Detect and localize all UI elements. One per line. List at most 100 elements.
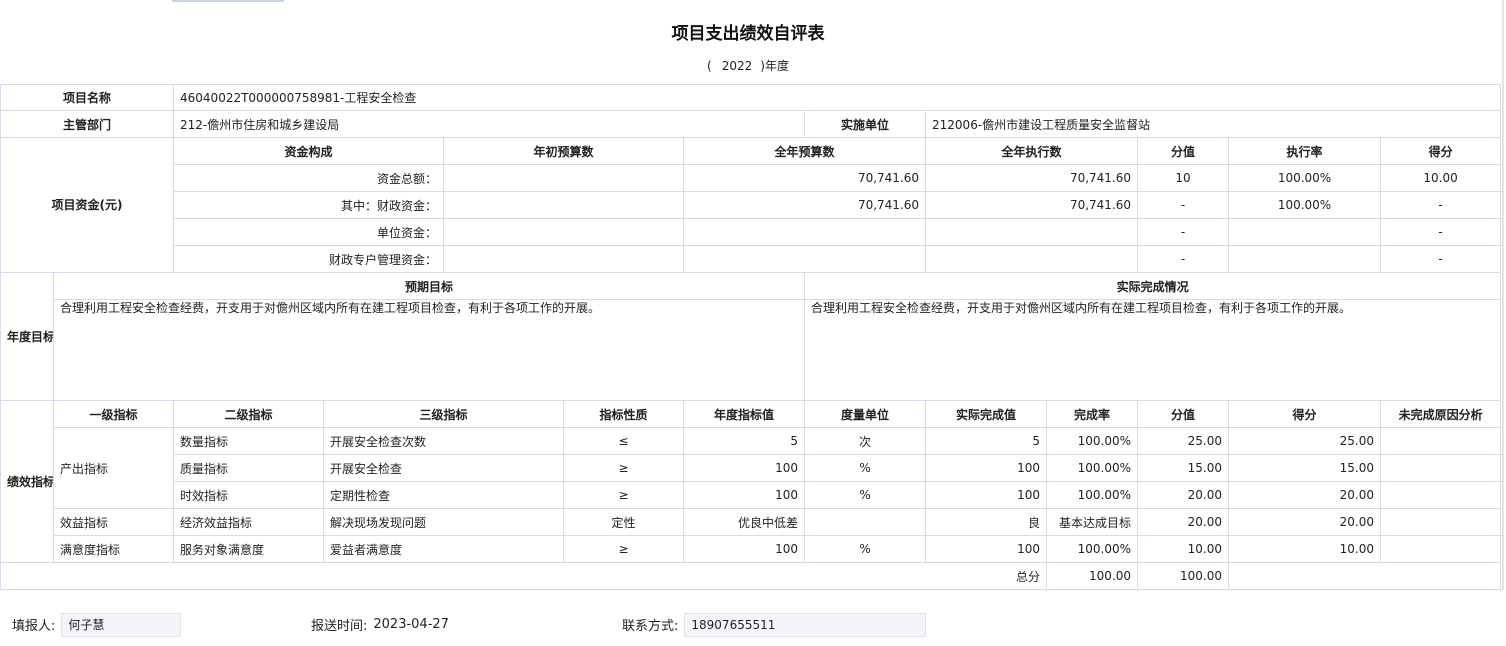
filler-group: 填报人: 何子慧 [12,612,182,637]
scrollbar-track[interactable] [1502,0,1504,590]
perf-score-value: 20.00 [1137,481,1230,509]
perf-l2: 时效指标 [173,481,325,509]
perf-reason [1380,427,1502,455]
funds-row: 财政专户管理资金： - - [1,245,1502,273]
funds-row-executed [925,218,1139,246]
perf-score-value: 10.00 [1137,535,1230,563]
contact-label: 联系方式: [622,619,679,634]
funds-header-annual: 全年预算数 [683,137,927,165]
unit-value: 212006-儋州市建设工程质量安全监督站 [925,110,1502,138]
perf-row: 满意度指标 服务对象满意度 爱益者满意度 ≥ 100 % 100 100.00%… [1,535,1502,563]
perf-header-l2: 二级指标 [173,400,325,428]
perf-header-unit: 度量单位 [804,400,927,428]
funds-row: 资金总额： 70,741.60 70,741.60 10 100.00% 10.… [1,164,1502,192]
perf-unit: % [804,481,927,509]
expected-goal-text: 合理利用工程安全检查经费，开支用于对儋州区域内所有在建工程项目检查，有利于各项工… [52,299,806,401]
perf-actual: 良 [925,508,1048,536]
perf-l3: 爱益者满意度 [323,535,565,563]
perf-reason [1380,481,1502,509]
annual-goal-label: 年度目标 [0,272,54,401]
total-score: 100.00 [1137,562,1230,590]
perf-l3: 定期性检查 [323,481,565,509]
funds-row-annual [683,245,927,273]
perf-row: 产出指标 数量指标 开展安全检查次数 ≤ 5 次 5 100.00% 25.00… [1,427,1502,509]
funds-header-score-value: 分值 [1137,137,1230,165]
perf-rate: 100.00% [1046,454,1139,482]
funds-row-rate: 100.00% [1228,164,1382,192]
evaluation-table: 项目名称 46040022T000000758981-工程安全检查 主管部门 2… [0,84,1502,590]
funds-row-score: - [1380,245,1502,273]
funds-header-composition: 资金构成 [173,137,445,165]
contact-group: 联系方式: 18907655511 [622,612,927,637]
year-value: 2022 [721,59,753,73]
funds-row-label: 单位资金： [173,218,445,246]
perf-reason [1380,454,1502,482]
funds-row-score: - [1380,191,1502,219]
perf-header-nature: 指标性质 [563,400,685,428]
total-score-value: 100.00 [1046,562,1139,590]
perf-target: 100 [683,454,806,482]
total-label: 总分 [0,562,1048,590]
perf-l1: 满意度指标 [52,535,175,563]
funds-row-initial [443,191,685,219]
perf-header-rate: 完成率 [1046,400,1139,428]
perf-l2: 质量指标 [173,454,325,482]
perf-header-l1: 一级指标 [52,400,175,428]
perf-score: 20.00 [1228,481,1382,509]
funds-header-score: 得分 [1380,137,1502,165]
perf-header-score: 得分 [1228,400,1382,428]
perf-actual: 5 [925,427,1048,455]
perf-nature: ≥ [563,481,685,509]
actual-completion-header: 实际完成情况 [804,272,1502,300]
perf-row: 时效指标 定期性检查 ≥ 100 % 100 100.00% 20.00 20.… [1,481,1502,509]
perf-rate: 100.00% [1046,427,1139,455]
perf-target: 优良中低差 [683,508,806,536]
funds-row-label: 其中：财政资金： [173,191,445,219]
perf-score: 25.00 [1228,427,1382,455]
funds-row-initial [443,245,685,273]
dept-label: 主管部门 [0,110,175,138]
perf-header-actual: 实际完成值 [925,400,1048,428]
perf-unit: % [804,454,927,482]
funds-header-executed: 全年执行数 [925,137,1139,165]
funds-header-initial: 年初预算数 [443,137,685,165]
perf-header-score-value: 分值 [1137,400,1230,428]
perf-l1: 效益指标 [52,508,175,536]
perf-score: 20.00 [1228,508,1382,536]
perf-l2: 数量指标 [173,427,325,455]
funds-row-executed: 70,741.60 [925,191,1139,219]
perf-rate: 100.00% [1046,481,1139,509]
funds-section-label: 项目资金(元) [0,137,175,273]
contact-field[interactable]: 18907655511 [684,612,927,637]
filler-label: 填报人: [12,619,56,634]
perf-unit [804,508,927,536]
funds-row-initial [443,218,685,246]
funds-row-label: 财政专户管理资金： [173,245,445,273]
unit-label: 实施单位 [804,110,927,138]
perf-l3: 开展安全检查次数 [323,427,565,455]
perf-score-value: 25.00 [1137,427,1230,455]
perf-target: 100 [683,535,806,563]
total-row: 总分 100.00 100.00 [0,562,1502,590]
actual-completion-text: 合理利用工程安全检查经费，开支用于对儋州区域内所有在建工程项目检查，有利于各项工… [804,299,1502,401]
project-name-value: 46040022T000000758981-工程安全检查 [173,84,1502,111]
funds-row-rate: 100.00% [1228,191,1382,219]
performance-section-label: 绩效指标 [0,400,54,563]
perf-header-l3: 三级指标 [323,400,565,428]
perf-nature: ≤ [563,427,685,455]
page-title: 项目支出绩效自评表 [671,24,825,44]
project-name-label: 项目名称 [0,84,175,111]
total-reason-empty [1228,562,1502,590]
funds-row-score-value: - [1137,245,1230,273]
perf-l1: 产出指标 [52,427,175,509]
top-tab-indicator [172,0,284,2]
perf-l2: 服务对象满意度 [173,535,325,563]
dept-value: 212-儋州市住房和城乡建设局 [173,110,806,138]
perf-header-target: 年度指标值 [683,400,806,428]
filler-field[interactable]: 何子慧 [61,612,182,637]
funds-row-score: - [1380,218,1502,246]
funds-row-initial [443,164,685,192]
time-label: 报送时间: [311,619,368,634]
perf-actual: 100 [925,454,1048,482]
funds-row: 其中：财政资金： 70,741.60 70,741.60 - 100.00% - [1,191,1502,219]
